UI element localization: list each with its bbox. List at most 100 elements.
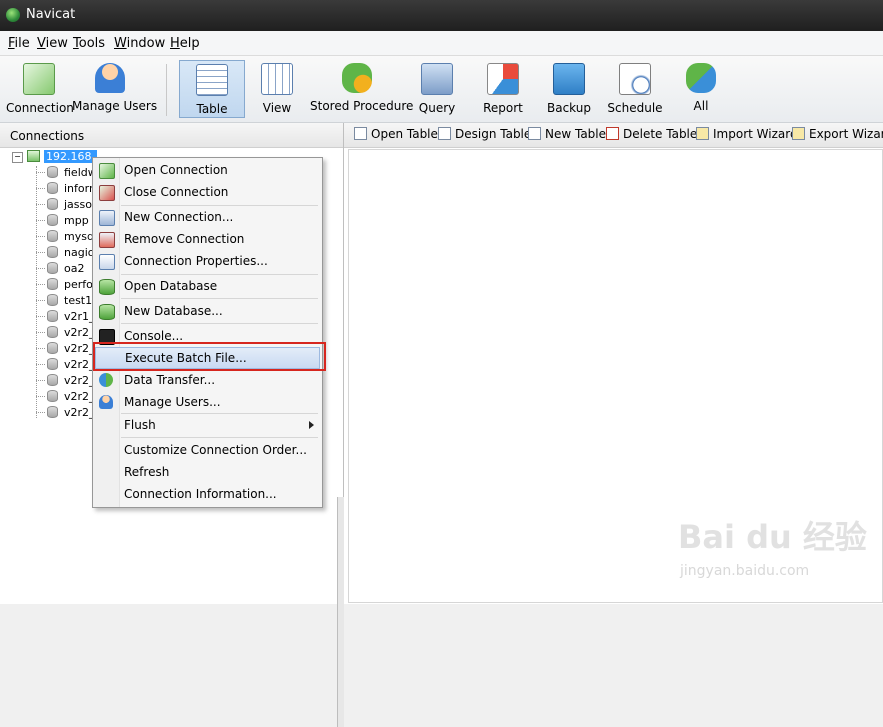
toolbar-manage-users-button[interactable]: Manage Users	[72, 60, 157, 118]
design-table-button[interactable]: Design Table	[438, 127, 531, 143]
toolbar-schedule-button[interactable]: Schedule	[602, 60, 668, 118]
tree-connector	[36, 172, 45, 173]
report-icon	[487, 63, 519, 95]
connection-icon	[23, 63, 55, 95]
all-icon	[686, 63, 716, 93]
backup-icon	[553, 63, 585, 95]
database-node[interactable]: v2r2_	[36, 342, 95, 358]
open-table-button[interactable]: Open Table	[354, 127, 438, 143]
database-node[interactable]: v2r2_	[36, 406, 95, 422]
database-icon	[47, 182, 58, 194]
database-label: test1	[64, 294, 93, 307]
menu-new-database[interactable]: New Database...	[93, 300, 322, 322]
menu-open-database[interactable]: Open Database	[93, 275, 322, 297]
data-transfer-icon	[99, 373, 113, 387]
menu-separator	[121, 323, 318, 324]
manage-users-icon	[99, 395, 113, 409]
database-icon	[47, 294, 58, 306]
menu-flush[interactable]: Flush	[93, 414, 322, 436]
annotation-highlight-box	[93, 342, 326, 371]
properties-icon	[99, 254, 115, 270]
import-wizard-icon	[696, 127, 709, 140]
database-node[interactable]: oa2	[36, 262, 84, 278]
new-table-icon	[528, 127, 541, 140]
toolbar-stored-procedure-button[interactable]: Stored Procedure	[310, 60, 413, 118]
delete-table-button[interactable]: Delete Table	[606, 127, 697, 143]
new-table-button[interactable]: New Table	[528, 127, 606, 143]
database-node[interactable]: fieldw	[36, 166, 97, 182]
database-icon	[47, 166, 58, 178]
menu-close-connection[interactable]: Close Connection	[93, 181, 322, 203]
menu-file[interactable]: File	[8, 36, 30, 51]
toolbar-table-button[interactable]: Table	[179, 60, 245, 118]
database-node[interactable]: nagio	[36, 246, 94, 262]
menu-remove-connection[interactable]: Remove Connection	[93, 228, 322, 250]
menu-bar: File View Tools Window Help	[0, 31, 883, 56]
import-wizard-button[interactable]: Import Wizard	[696, 127, 798, 143]
database-node[interactable]: v2r1_	[36, 310, 95, 326]
database-icon	[47, 390, 58, 402]
navicat-logo-icon	[6, 8, 20, 22]
menu-manage-users[interactable]: Manage Users...	[93, 391, 322, 413]
menu-connection-information[interactable]: Connection Information...	[93, 483, 322, 505]
database-node[interactable]: v2r2_	[36, 358, 95, 374]
database-node[interactable]: mpp	[36, 214, 89, 230]
database-label: v2r2_	[64, 374, 95, 387]
database-label: v2r2_	[64, 406, 95, 419]
toolbar-connection-button[interactable]: Connection	[6, 60, 74, 118]
menu-help[interactable]: Help	[170, 36, 200, 51]
toolbar-view-button[interactable]: View	[246, 60, 308, 118]
database-label: v2r2_	[64, 390, 95, 403]
menu-window[interactable]: Window	[114, 36, 165, 51]
database-node[interactable]: mysq	[36, 230, 94, 246]
menu-customize-connection-order[interactable]: Customize Connection Order...	[93, 439, 322, 461]
tree-connector	[36, 364, 45, 365]
tree-connector	[36, 396, 45, 397]
menu-connection-properties[interactable]: Connection Properties...	[93, 250, 322, 272]
database-label: v2r2_	[64, 326, 95, 339]
menu-view[interactable]: View	[37, 36, 68, 51]
toolbar-query-button[interactable]: Query	[406, 60, 468, 118]
menu-refresh[interactable]: Refresh	[93, 461, 322, 483]
database-node[interactable]: v2r2_	[36, 374, 95, 390]
menu-open-connection[interactable]: Open Connection	[93, 159, 322, 181]
tree-connector	[36, 332, 45, 333]
database-node[interactable]: test1	[36, 294, 92, 310]
database-icon	[47, 278, 58, 290]
menu-tools[interactable]: Tools	[73, 36, 105, 51]
user-icon	[95, 63, 125, 93]
database-icon	[47, 374, 58, 386]
database-icon	[47, 246, 58, 258]
new-connection-icon	[99, 210, 115, 226]
export-wizard-button[interactable]: Export Wizard	[792, 127, 883, 143]
toolbar-all-button[interactable]: All	[670, 60, 732, 118]
connection-icon	[27, 150, 40, 162]
tree-connector	[36, 300, 45, 301]
toolbar-backup-button[interactable]: Backup	[538, 60, 600, 118]
toolbar-report-button[interactable]: Report	[472, 60, 534, 118]
tree-connector	[36, 268, 45, 269]
database-node[interactable]: jasso	[36, 198, 92, 214]
table-icon	[196, 64, 228, 96]
database-node[interactable]: perfo	[36, 278, 93, 294]
connection-node[interactable]: − 192.168.	[12, 150, 97, 166]
tree-connector	[36, 204, 45, 205]
submenu-arrow-icon	[309, 421, 314, 429]
database-label: jasso	[64, 198, 92, 211]
database-node[interactable]: v2r2_	[36, 326, 95, 342]
database-label: nagio	[64, 246, 95, 259]
open-table-icon	[354, 127, 367, 140]
stored-procedure-icon	[342, 63, 372, 93]
database-label: mpp	[64, 214, 89, 227]
title-bar: Navicat	[0, 0, 883, 31]
open-database-icon	[99, 279, 115, 295]
database-label: v2r2_	[64, 342, 95, 355]
database-node[interactable]: inform	[36, 182, 100, 198]
menu-data-transfer[interactable]: Data Transfer...	[93, 369, 322, 391]
database-node[interactable]: v2r2_	[36, 390, 95, 406]
tree-connector	[36, 188, 45, 189]
menu-new-connection[interactable]: New Connection...	[93, 206, 322, 228]
collapse-icon[interactable]: −	[12, 152, 23, 163]
panel-splitter[interactable]	[337, 497, 344, 727]
database-icon	[47, 214, 58, 226]
